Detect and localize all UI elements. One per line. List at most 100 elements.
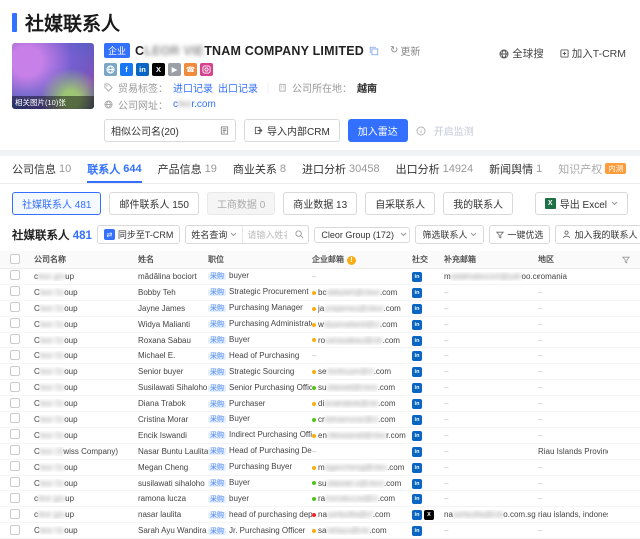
- linkedin-icon[interactable]: in: [136, 63, 149, 76]
- linkedin-icon[interactable]: in: [412, 367, 422, 378]
- linkedin-icon[interactable]: in: [412, 319, 422, 330]
- row-checkbox[interactable]: [10, 349, 20, 360]
- chevron-down-icon: [470, 232, 477, 237]
- email-value: jaynejames@cleor.com: [318, 303, 401, 313]
- extra-email-cell: –: [444, 367, 449, 377]
- page-title: 社媒联系人: [25, 14, 121, 35]
- row-checkbox[interactable]: [10, 492, 20, 503]
- table-row: Cleor Group Bobby Teh 采购 Strategic Procurem…: [0, 285, 640, 301]
- one-click-select-button[interactable]: 一键优选: [489, 225, 551, 244]
- tab-intellectual-property[interactable]: 知识产权 内测: [558, 156, 627, 183]
- import-records-link[interactable]: 进口记录: [173, 80, 213, 95]
- company-value: Cleor Group: [34, 367, 78, 377]
- tab-company-info[interactable]: 公司信息 10: [12, 156, 71, 183]
- row-checkbox[interactable]: [10, 397, 20, 408]
- email-value: bcobbyteh@cleor.com: [318, 287, 398, 297]
- phone-icon[interactable]: ☎: [184, 63, 197, 76]
- linkedin-icon[interactable]: in: [412, 526, 422, 537]
- linkedin-icon[interactable]: in: [412, 303, 422, 314]
- linkedin-icon[interactable]: in: [412, 383, 422, 394]
- region-cell: –: [538, 494, 543, 504]
- export-records-link[interactable]: 出口记录: [218, 80, 258, 95]
- one-click-label: 一键优选: [507, 230, 544, 240]
- website-link[interactable]: cleor.com: [173, 99, 216, 110]
- row-checkbox[interactable]: [10, 318, 20, 329]
- tab-export-analysis[interactable]: 出口分析 14924: [396, 156, 474, 183]
- linkedin-icon[interactable]: in: [412, 399, 422, 410]
- info-icon[interactable]: [416, 126, 426, 136]
- company-photo[interactable]: 相关图片(10)张: [12, 43, 94, 109]
- extra-email-cell: –: [444, 399, 449, 409]
- row-checkbox[interactable]: [10, 334, 20, 344]
- tab-product-info[interactable]: 产品信息 19: [158, 156, 217, 183]
- row-checkbox[interactable]: [10, 302, 20, 313]
- linkedin-icon[interactable]: in: [412, 414, 422, 425]
- linkedin-icon[interactable]: in: [412, 335, 422, 346]
- row-checkbox[interactable]: [10, 429, 20, 440]
- tab-import-analysis[interactable]: 进口分析 30458: [302, 156, 380, 183]
- search-icon[interactable]: [291, 230, 308, 239]
- linkedin-icon[interactable]: in: [412, 478, 422, 489]
- similar-company-select[interactable]: 相似公司名(20): [104, 119, 236, 142]
- row-checkbox-cell: [10, 334, 34, 346]
- x-icon[interactable]: X: [424, 510, 434, 521]
- table-row: Cleor Group Senior buyer 采购 Strategic Sourc…: [0, 364, 640, 381]
- company-cell: Cleor Group: [34, 383, 138, 392]
- linkedin-icon[interactable]: in: [412, 351, 422, 362]
- subtab-social-media-contacts[interactable]: 社媒联系人 481: [12, 192, 102, 215]
- facebook-icon[interactable]: f: [120, 63, 133, 76]
- import-crm-button[interactable]: 导入内部CRM: [244, 119, 340, 142]
- linkedin-icon[interactable]: in: [412, 494, 422, 505]
- row-checkbox[interactable]: [10, 270, 20, 281]
- globe-icon: [499, 49, 509, 59]
- subtab-self-collected-contacts[interactable]: 自采联系人: [365, 192, 436, 215]
- enable-monitor-button[interactable]: 开启监测: [434, 123, 474, 138]
- copy-icon[interactable]: [369, 46, 379, 56]
- x-icon[interactable]: X: [152, 63, 165, 76]
- update-button[interactable]: ↻ 更新: [390, 43, 420, 58]
- row-checkbox[interactable]: [10, 445, 20, 456]
- trade-label: 贸易标签：: [118, 84, 168, 95]
- company-value: Cleor Group: [34, 335, 78, 345]
- column-filter-icon[interactable]: [616, 256, 630, 264]
- tab-business-relations[interactable]: 商业关系 8: [233, 156, 286, 183]
- row-checkbox[interactable]: [10, 413, 20, 424]
- youtube-icon[interactable]: ▶: [168, 63, 181, 76]
- name-search-input[interactable]: [243, 227, 292, 242]
- select-all-checkbox[interactable]: [10, 253, 20, 264]
- tab-contacts[interactable]: 联系人 644: [87, 156, 142, 183]
- group-select[interactable]: Cleor Group (172): [314, 226, 411, 243]
- trade-meta-row: 贸易标签： 进口记录 出口记录 ｜ 公司所在地： 越南: [104, 80, 628, 95]
- row-checkbox[interactable]: [10, 381, 20, 392]
- linkedin-icon[interactable]: in: [412, 287, 422, 298]
- row-checkbox[interactable]: [10, 461, 20, 472]
- email-value: megancheng@cleo.com: [318, 462, 405, 472]
- row-checkbox[interactable]: [10, 286, 20, 297]
- tab-news-sentiment[interactable]: 新闻舆情 1: [489, 156, 542, 183]
- sync-tcrm-button[interactable]: ⇄ 同步至T-CRM: [96, 225, 181, 244]
- row-checkbox[interactable]: [10, 524, 20, 535]
- region-cell: –: [538, 399, 543, 409]
- website-icon[interactable]: [104, 63, 117, 76]
- join-radar-button[interactable]: 加入雷达: [347, 119, 408, 142]
- subtab-my-contacts[interactable]: 我的联系人: [443, 192, 514, 215]
- enterprise-badge: 企业: [104, 43, 131, 58]
- add-my-contacts-button[interactable]: 加入我的联系人: [555, 225, 640, 244]
- linkedin-icon[interactable]: in: [412, 446, 422, 457]
- linkedin-icon[interactable]: in: [412, 271, 422, 282]
- subtab-email-contacts[interactable]: 邮件联系人 150: [109, 192, 199, 215]
- row-checkbox[interactable]: [10, 477, 20, 488]
- filter-contacts-dropdown[interactable]: 筛选联系人: [415, 225, 485, 244]
- row-checkbox[interactable]: [10, 365, 20, 376]
- join-tcrm-link[interactable]: 加入T-CRM: [560, 46, 626, 61]
- name-query-dropdown[interactable]: 姓名查询: [186, 226, 244, 243]
- linkedin-icon[interactable]: in: [412, 462, 422, 473]
- global-search-link[interactable]: 全球搜: [499, 46, 544, 61]
- linkedin-icon[interactable]: in: [412, 430, 422, 441]
- subtab-business-data[interactable]: 商业数据 13: [283, 192, 358, 215]
- instagram-icon[interactable]: [200, 63, 213, 76]
- export-excel-button[interactable]: X 导出 Excel: [534, 192, 628, 215]
- region-cell: –: [538, 319, 543, 329]
- linkedin-icon[interactable]: in: [412, 510, 422, 521]
- row-checkbox[interactable]: [10, 508, 20, 519]
